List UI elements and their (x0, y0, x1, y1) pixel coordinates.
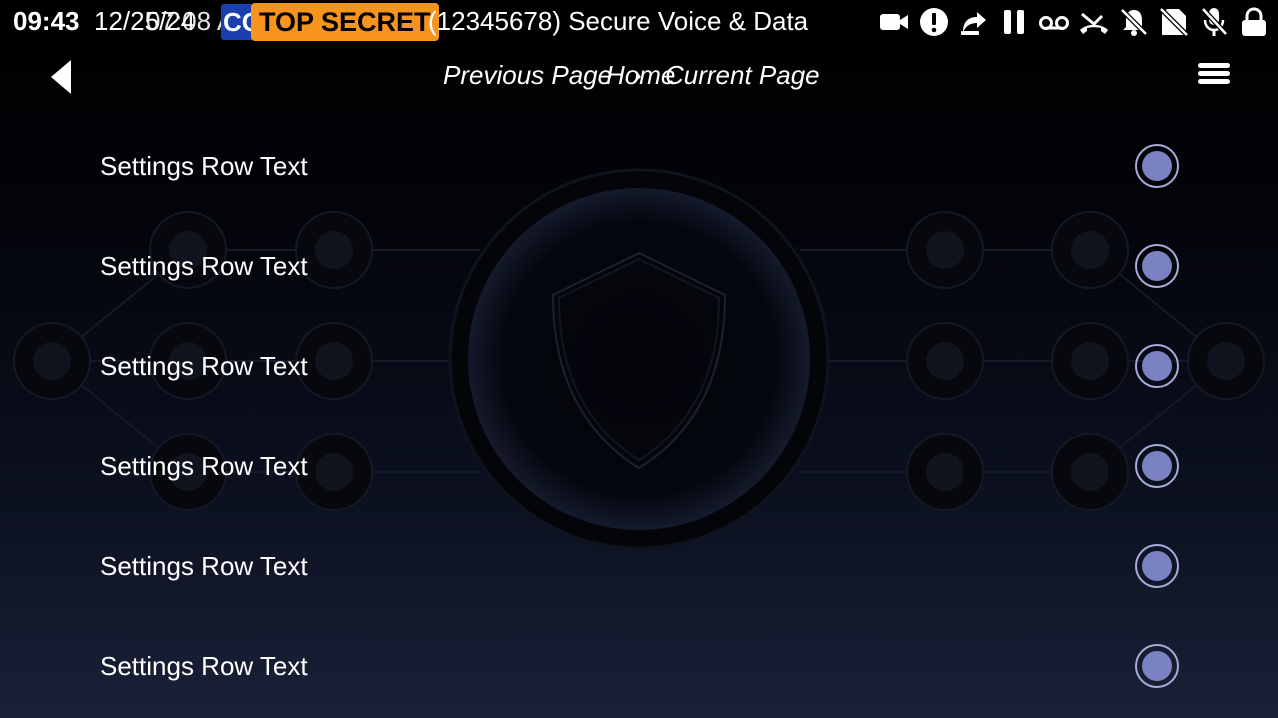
navigation-bar: Previous Page Home › Current Page (0, 44, 1278, 104)
breadcrumb-current-page: Current Page (665, 60, 820, 90)
radio-selected-dot (1142, 151, 1172, 181)
settings-list: Settings Row Text Settings Row Text Sett… (0, 116, 1278, 716)
no-sim-icon (1159, 7, 1189, 37)
missed-call-icon (1080, 12, 1108, 34)
radio-button[interactable] (1135, 444, 1179, 488)
settings-screen: 09:43 12/25/24 07:08 AM CO TOP SECRET (1… (0, 0, 1278, 718)
status-time: 09:43 (13, 6, 80, 36)
lock-icon (1242, 7, 1266, 36)
back-button[interactable] (40, 50, 84, 98)
status-title: (12345678) Secure Voice & Data (428, 6, 809, 36)
radio-selected-dot (1142, 251, 1172, 281)
radio-button[interactable] (1135, 244, 1179, 288)
radio-selected-dot (1142, 451, 1172, 481)
settings-row[interactable]: Settings Row Text (0, 616, 1278, 716)
notifications-off-icon (1120, 8, 1148, 36)
settings-row[interactable]: Settings Row Text (0, 316, 1278, 416)
settings-row[interactable]: Settings Row Text (0, 516, 1278, 616)
breadcrumb-separator-icon: › (633, 60, 642, 90)
status-bar: 09:43 12/25/24 07:08 AM CO TOP SECRET (1… (0, 0, 1278, 44)
radio-selected-dot (1142, 551, 1172, 581)
menu-button[interactable] (1195, 54, 1233, 92)
settings-row[interactable]: Settings Row Text (0, 416, 1278, 516)
mic-off-icon (1201, 7, 1228, 36)
pause-icon (1004, 10, 1024, 34)
call-forward-icon (961, 12, 986, 35)
radio-button[interactable] (1135, 544, 1179, 588)
settings-row-label: Settings Row Text (100, 251, 308, 281)
radio-selected-dot (1142, 351, 1172, 381)
classification-badge: TOP SECRET (251, 3, 439, 41)
hamburger-menu-icon (1198, 63, 1230, 84)
radio-button[interactable] (1135, 644, 1179, 688)
video-camera-icon (880, 14, 908, 30)
settings-row-label: Settings Row Text (100, 351, 308, 381)
radio-button[interactable] (1135, 344, 1179, 388)
settings-row-label: Settings Row Text (100, 551, 308, 581)
radio-button[interactable] (1135, 144, 1179, 188)
breadcrumb-previous-page[interactable]: Previous Page (443, 58, 612, 92)
back-arrow-icon (51, 60, 71, 94)
settings-row[interactable]: Settings Row Text (0, 216, 1278, 316)
settings-row-label: Settings Row Text (100, 151, 308, 181)
settings-row-label: Settings Row Text (100, 651, 308, 681)
voicemail-icon (1039, 16, 1069, 30)
settings-row-label: Settings Row Text (100, 451, 308, 481)
status-icons (878, 6, 1270, 38)
radio-selected-dot (1142, 651, 1172, 681)
settings-row[interactable]: Settings Row Text (0, 116, 1278, 216)
alert-icon (920, 8, 948, 36)
